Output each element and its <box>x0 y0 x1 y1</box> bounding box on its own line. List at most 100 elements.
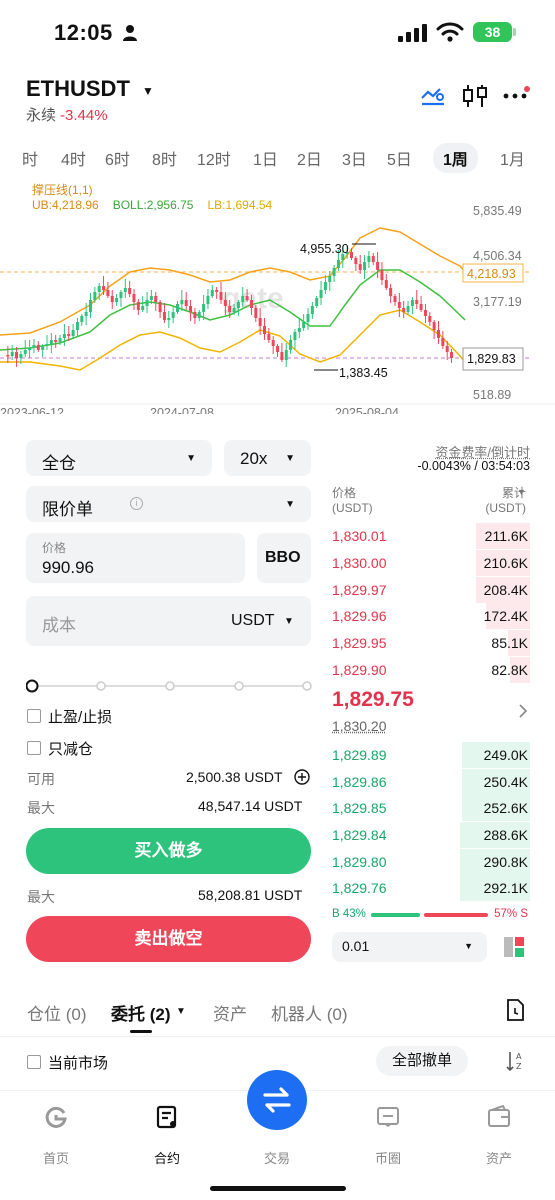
candle-body <box>180 300 184 304</box>
tab-assets[interactable]: 资产 <box>213 1000 247 1025</box>
amount-slider[interactable] <box>26 677 314 695</box>
candle-body <box>80 316 84 322</box>
cost-input[interactable]: 成本 USDT ▼ <box>26 596 311 646</box>
timeframe-tab[interactable]: 3日 <box>342 146 367 170</box>
ask-row[interactable]: 1,829.90 82.8K <box>330 657 530 683</box>
timeframe-tab[interactable]: 4时 <box>61 146 86 170</box>
chart-analysis-icon[interactable] <box>420 84 446 108</box>
tab-orders[interactable]: 委托 (2) <box>111 1000 171 1025</box>
timeframe-tab[interactable]: 6时 <box>105 146 130 170</box>
chevron-right-icon[interactable] <box>518 704 528 718</box>
candle-body <box>54 340 58 342</box>
bid-row[interactable]: 1,829.80 290.8K <box>330 849 530 875</box>
candle-body <box>158 302 162 312</box>
caret-down-icon[interactable]: ▼ <box>142 84 154 98</box>
candle-body <box>84 312 88 316</box>
bid-price: 1,829.76 <box>332 880 387 896</box>
timeframe-tab[interactable]: 1日 <box>253 146 278 170</box>
sort-az-icon[interactable]: AZ <box>506 1050 526 1072</box>
tp-sl-label[interactable]: 止盈/止损 <box>48 706 112 727</box>
candle-body <box>302 322 306 328</box>
candle-body <box>376 262 380 270</box>
bid-row[interactable]: 1,829.76 292.1K <box>330 875 530 901</box>
more-icon[interactable] <box>503 86 531 102</box>
sell-short-button[interactable]: 卖出做空 <box>26 916 311 962</box>
ask-price: 1,829.97 <box>332 582 387 598</box>
ask-row[interactable]: 1,829.96 172.4K <box>330 603 530 629</box>
ask-row[interactable]: 1,829.97 208.4K <box>330 577 530 603</box>
ask-row[interactable]: 1,830.00 210.6K <box>330 550 530 576</box>
available-value: 2,500.38 USDT <box>186 769 283 785</box>
candle-body <box>193 312 197 318</box>
candle-body <box>358 264 362 270</box>
candle-body <box>363 262 367 270</box>
bid-row[interactable]: 1,829.84 288.6K <box>330 822 530 848</box>
ask-row[interactable]: 1,829.95 85.1K <box>330 630 530 656</box>
candle-body <box>380 270 384 280</box>
order-type-select[interactable]: 限价单 i ▼ <box>26 486 311 522</box>
candle-body <box>132 294 136 302</box>
bid-qty: 290.8K <box>483 854 528 870</box>
reduce-only-label[interactable]: 只减仓 <box>48 738 93 759</box>
nav-trade[interactable]: 交易 <box>247 1148 307 1167</box>
low-price-label: 1,383.45 <box>339 366 388 380</box>
pair-title[interactable]: ETHUSDT <box>26 76 130 102</box>
nav-assets[interactable]: 资产 <box>469 1148 529 1167</box>
order-history-icon[interactable] <box>505 999 525 1021</box>
tab-positions[interactable]: 仓位 (0) <box>27 1000 87 1025</box>
home-icon[interactable] <box>44 1105 68 1129</box>
timeframe-tab[interactable]: 2日 <box>297 146 322 170</box>
timeframe-tab[interactable]: 12时 <box>197 146 231 170</box>
timeframe-tab[interactable]: 8时 <box>152 146 177 170</box>
ask-row[interactable]: 1,830.01 211.6K <box>330 523 530 549</box>
nav-futures[interactable]: 合约 <box>137 1148 197 1167</box>
timeframe-tab[interactable]: 5日 <box>387 146 412 170</box>
futures-icon[interactable] <box>155 1105 179 1129</box>
precision-select[interactable]: 0.01 ▼ <box>332 932 487 962</box>
price-input[interactable]: 价格 990.96 <box>26 533 245 583</box>
candle-body <box>315 298 319 306</box>
current-market-checkbox[interactable] <box>27 1055 41 1069</box>
reduce-only-checkbox[interactable] <box>27 741 41 755</box>
info-icon[interactable]: i <box>130 497 143 510</box>
orderbook-layout-icon[interactable] <box>503 936 525 958</box>
mark-price[interactable]: 1,830.20 <box>332 718 387 734</box>
candle-body <box>75 322 79 330</box>
leverage-select[interactable]: 20x ▼ <box>224 440 311 476</box>
timeframe-tab[interactable]: 1月 <box>500 146 525 170</box>
current-market-label[interactable]: 当前市场 <box>48 1052 108 1073</box>
bid-row[interactable]: 1,829.85 252.6K <box>330 795 530 821</box>
nav-home[interactable]: 首页 <box>26 1148 86 1167</box>
buy-ratio-bar <box>371 913 420 917</box>
candle-body <box>350 252 353 258</box>
wallet-icon[interactable] <box>487 1105 511 1129</box>
contract-subtitle: 永续 -3.44% <box>26 104 108 125</box>
tp-sl-checkbox[interactable] <box>27 709 41 723</box>
timeframe-tab-active[interactable]: 1周 <box>433 143 478 173</box>
margin-mode-select[interactable]: 全仓 ▼ <box>26 440 212 476</box>
caret-down-icon[interactable]: ▼ <box>517 487 526 497</box>
last-price[interactable]: 1,829.75 <box>332 688 414 712</box>
candle-body <box>397 302 401 308</box>
caret-down-icon[interactable]: ▼ <box>176 1006 186 1017</box>
bbo-button[interactable]: BBO <box>257 533 311 583</box>
candlestick-icon[interactable] <box>462 84 488 108</box>
add-funds-icon[interactable] <box>294 769 310 785</box>
tab-bots[interactable]: 机器人 (0) <box>271 1000 348 1025</box>
bid-row[interactable]: 1,829.86 250.4K <box>330 769 530 795</box>
feed-icon[interactable] <box>376 1105 400 1129</box>
nav-feed[interactable]: 币圈 <box>358 1148 418 1167</box>
cost-unit[interactable]: USDT <box>231 612 275 630</box>
cancel-all-button[interactable]: 全部撤单 <box>376 1046 468 1076</box>
order-type-value: 限价单 <box>42 500 93 519</box>
buy-long-button[interactable]: 买入做多 <box>26 828 311 874</box>
candle-body <box>41 346 45 350</box>
candle-body <box>437 330 440 338</box>
candle-body <box>328 276 332 282</box>
max-sell-label: 最大 <box>27 889 55 905</box>
indicator-name[interactable]: 撑压线(1,1) <box>32 181 93 198</box>
timeframe-tab[interactable]: 时 <box>22 146 38 170</box>
caret-down-icon[interactable]: ▼ <box>284 616 294 627</box>
bid-row[interactable]: 1,829.89 249.0K <box>330 742 530 768</box>
candle-body <box>58 338 62 342</box>
